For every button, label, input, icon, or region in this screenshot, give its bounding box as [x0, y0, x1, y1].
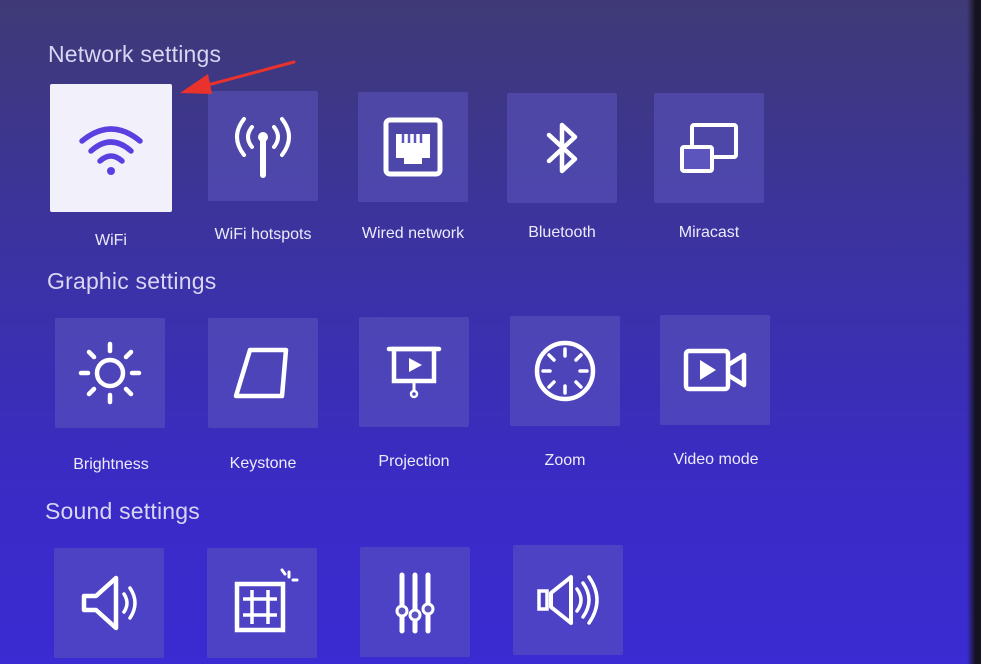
- annotation-arrow-icon: [180, 60, 296, 94]
- speaker-icon: [81, 575, 137, 631]
- wifi-hotspots-label: WiFi hotspots: [214, 226, 312, 243]
- zoom-label: Zoom: [544, 452, 586, 469]
- speaker-tile[interactable]: [54, 548, 164, 658]
- graphic-settings-title: Graphic settings: [47, 268, 217, 294]
- miracast-icon: [680, 123, 738, 173]
- projection-tile[interactable]: [359, 317, 469, 427]
- video-mode-tile[interactable]: [660, 315, 770, 425]
- wifi-tile[interactable]: [50, 84, 172, 212]
- bluetooth-icon: [546, 122, 578, 174]
- sound-settings-title: Sound settings: [45, 498, 200, 524]
- wifi-label: WiFi: [95, 232, 127, 249]
- grid-sparkle-icon: [234, 568, 299, 633]
- wifi-icon: [79, 126, 143, 175]
- brightness-label: Brightness: [73, 456, 149, 473]
- zoom-tile[interactable]: [510, 316, 620, 426]
- sound-mode-icon: [537, 575, 599, 625]
- video-mode-label: Video mode: [673, 451, 759, 468]
- zoom-icon: [534, 340, 596, 402]
- video-mode-icon: [683, 348, 747, 392]
- equalizer-tile[interactable]: [360, 547, 470, 657]
- sound-mode-tile[interactable]: [513, 545, 623, 655]
- hotspot-icon: [235, 117, 291, 178]
- wifi-hotspots-tile[interactable]: [208, 91, 318, 201]
- settings-screen: Network settings WiFi WiFi hotspots Wire…: [0, 0, 981, 664]
- keystone-icon: [233, 347, 289, 399]
- keystone-label: Keystone: [229, 455, 297, 472]
- bluetooth-label: Bluetooth: [528, 224, 596, 241]
- ethernet-icon: [383, 117, 443, 177]
- projection-label: Projection: [378, 453, 450, 470]
- brightness-icon: [78, 341, 142, 405]
- keystone-tile[interactable]: [208, 318, 318, 428]
- projection-icon: [386, 346, 442, 399]
- equalizer-icon: [395, 572, 435, 634]
- wired-network-label: Wired network: [361, 225, 465, 242]
- miracast-label: Miracast: [678, 224, 740, 241]
- brightness-tile[interactable]: [55, 318, 165, 428]
- miracast-tile[interactable]: [654, 93, 764, 203]
- grid-sparkle-tile[interactable]: [207, 548, 317, 658]
- bluetooth-tile[interactable]: [507, 93, 617, 203]
- wired-network-tile[interactable]: [358, 92, 468, 202]
